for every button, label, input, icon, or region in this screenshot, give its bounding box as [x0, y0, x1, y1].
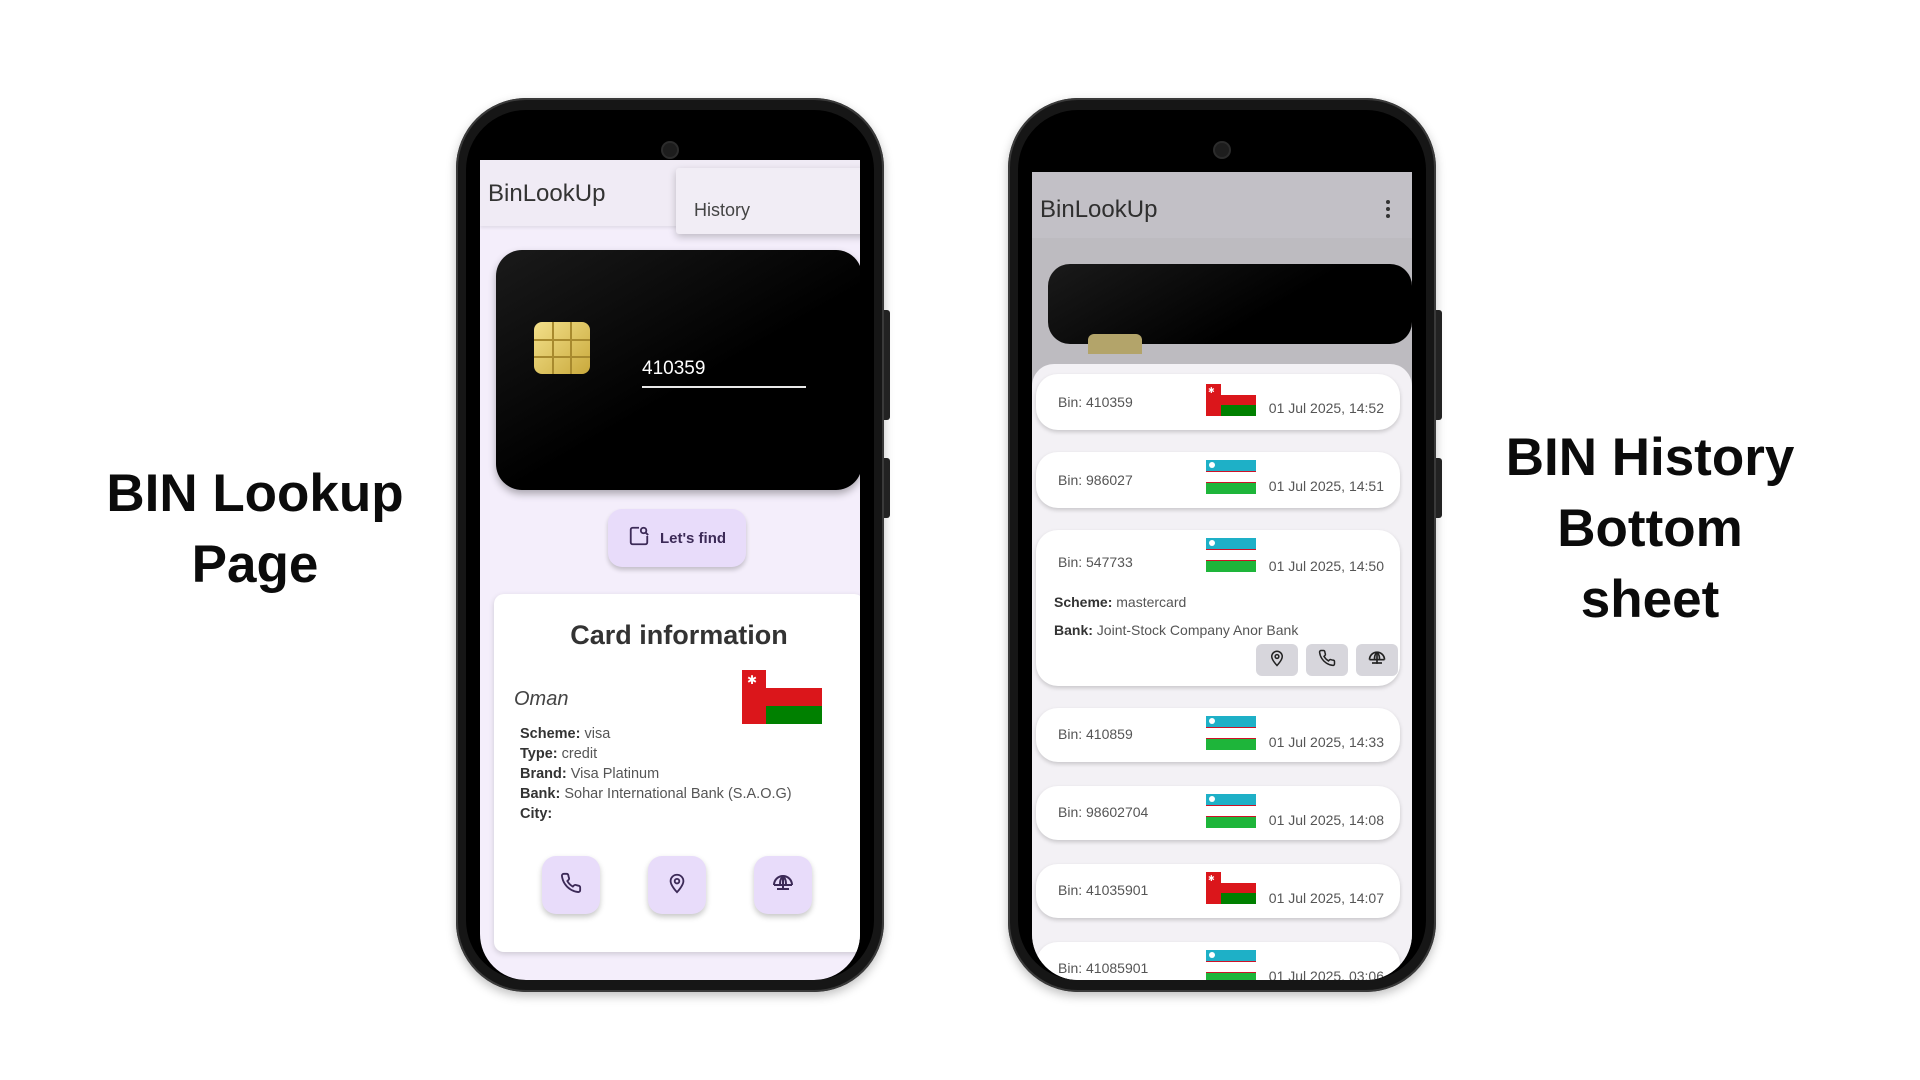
- detail-type: Type: credit: [520, 746, 598, 762]
- history-time: 01 Jul 2025, 14:51: [1268, 478, 1384, 494]
- svg-text:✱: ✱: [747, 673, 757, 687]
- svg-text:✱: ✱: [1208, 386, 1215, 395]
- detail-city: City:: [520, 806, 553, 822]
- caption-bin-lookup-page: BIN Lookup Page: [80, 458, 430, 600]
- side-button: [884, 310, 890, 420]
- camera-icon: [1215, 143, 1229, 157]
- phone-bezel: BinLookUp History Let's find: [466, 110, 874, 980]
- app-title: BinLookUp: [1040, 196, 1158, 223]
- card-info-panel: Card information Oman ✱ Scheme: visa Typ…: [494, 594, 860, 952]
- uzbekistan-flag-icon: [1206, 460, 1256, 499]
- chip-icon: [534, 322, 590, 374]
- caption-line: sheet: [1580, 570, 1720, 629]
- country-name: Oman: [514, 688, 569, 710]
- side-button: [884, 458, 890, 518]
- globe-icon: [1367, 648, 1387, 673]
- history-time: 01 Jul 2025, 14:07: [1268, 890, 1384, 906]
- uzbekistan-flag-icon: [1206, 950, 1256, 980]
- history-time: 01 Jul 2025, 14:08: [1268, 812, 1384, 828]
- history-bank: Bank: Joint-Stock Company Anor Bank: [1054, 622, 1299, 638]
- caption-line: BIN History: [1505, 428, 1795, 487]
- menu-item-history[interactable]: History: [694, 200, 750, 221]
- history-screen: BinLookUp Bin: 410359 ✱ 01 Jul 2025, 14:…: [1032, 172, 1412, 980]
- svg-text:✱: ✱: [1208, 874, 1215, 883]
- phone-icon: [1318, 649, 1336, 672]
- history-item[interactable]: Bin: 410859 01 Jul 2025, 14:33: [1036, 708, 1400, 762]
- card-info-heading: Card information: [570, 620, 788, 650]
- caption-bin-history-sheet: BIN History Bottom sheet: [1480, 422, 1820, 635]
- uzbekistan-flag-icon: [1206, 716, 1256, 755]
- history-time: 01 Jul 2025, 14:33: [1268, 734, 1384, 750]
- history-bin: Bin: 41035901: [1058, 882, 1149, 898]
- history-item[interactable]: Bin: 986027 01 Jul 2025, 14:51: [1036, 452, 1400, 508]
- detail-brand: Brand: Visa Platinum: [520, 766, 660, 782]
- phone-history: BinLookUp Bin: 410359 ✱ 01 Jul 2025, 14:…: [1008, 98, 1442, 992]
- call-button[interactable]: [1306, 644, 1348, 676]
- caption-line: Bottom: [1557, 499, 1743, 558]
- more-vert-icon[interactable]: [1386, 200, 1390, 221]
- history-item[interactable]: Bin: 41035901 ✱ 01 Jul 2025, 14:07: [1036, 864, 1400, 918]
- call-button[interactable]: [542, 856, 600, 914]
- oman-flag-icon: ✱: [1206, 872, 1256, 909]
- history-bin: Bin: 986027: [1058, 472, 1133, 488]
- bin-input[interactable]: [642, 358, 806, 388]
- location-button[interactable]: [648, 856, 706, 914]
- overflow-menu: History: [676, 168, 860, 234]
- history-scheme: Scheme: mastercard: [1054, 594, 1187, 610]
- app-bar: BinLookUp: [1032, 172, 1412, 238]
- phone-bezel: BinLookUp Bin: 410359 ✱ 01 Jul 2025, 14:…: [1018, 110, 1426, 980]
- history-bin: Bin: 98602704: [1058, 804, 1149, 820]
- detail-bank: Bank: Sohar International Bank (S.A.O.G): [520, 786, 792, 802]
- location-pin-icon: [1268, 649, 1286, 672]
- history-time: 01 Jul 2025, 14:52: [1268, 400, 1384, 416]
- uzbekistan-flag-icon: [1206, 794, 1256, 833]
- bank-card-dimmed: [1048, 264, 1412, 354]
- website-button[interactable]: [754, 856, 812, 914]
- app-title: BinLookUp: [488, 180, 606, 207]
- oman-flag-icon: ✱: [1206, 384, 1256, 421]
- caption-line: BIN Lookup: [106, 464, 404, 523]
- history-item[interactable]: Bin: 41085901 01 Jul 2025, 03:06: [1036, 942, 1400, 980]
- bank-card: [496, 250, 860, 490]
- lets-find-button[interactable]: Let's find: [608, 509, 746, 567]
- uzbekistan-flag-icon: [1206, 538, 1256, 577]
- history-item-expanded[interactable]: Bin: 547733 01 Jul 2025, 14:50 Scheme: m…: [1036, 530, 1400, 686]
- history-bin: Bin: 410359: [1058, 394, 1133, 410]
- globe-icon: [771, 871, 795, 900]
- detail-scheme: Scheme: visa: [520, 726, 611, 742]
- location-pin-icon: [666, 872, 688, 899]
- side-button: [1436, 458, 1442, 518]
- side-button: [1436, 310, 1442, 420]
- history-bottom-sheet: Bin: 410359 ✱ 01 Jul 2025, 14:52 Bin: 98…: [1032, 364, 1412, 980]
- phone-icon: [560, 872, 582, 899]
- location-button[interactable]: [1256, 644, 1298, 676]
- history-item[interactable]: Bin: 410359 ✱ 01 Jul 2025, 14:52: [1036, 374, 1400, 430]
- caption-line: Page: [191, 535, 319, 594]
- lookup-screen: BinLookUp History Let's find: [480, 160, 860, 980]
- history-bin: Bin: 410859: [1058, 726, 1133, 742]
- website-button[interactable]: [1356, 644, 1398, 676]
- history-bin: Bin: 41085901: [1058, 960, 1149, 976]
- history-item[interactable]: Bin: 98602704 01 Jul 2025, 14:08: [1036, 786, 1400, 840]
- camera-icon: [663, 143, 677, 157]
- phone-lookup: BinLookUp History Let's find: [456, 98, 890, 992]
- oman-flag-icon: ✱: [742, 670, 822, 729]
- history-time: 01 Jul 2025, 14:50: [1268, 558, 1384, 574]
- history-bin: Bin: 547733: [1058, 554, 1133, 570]
- search-page-icon: [628, 525, 650, 551]
- chip-icon: [1088, 334, 1142, 354]
- history-time: 01 Jul 2025, 03:06: [1268, 968, 1384, 980]
- lets-find-label: Let's find: [659, 529, 727, 547]
